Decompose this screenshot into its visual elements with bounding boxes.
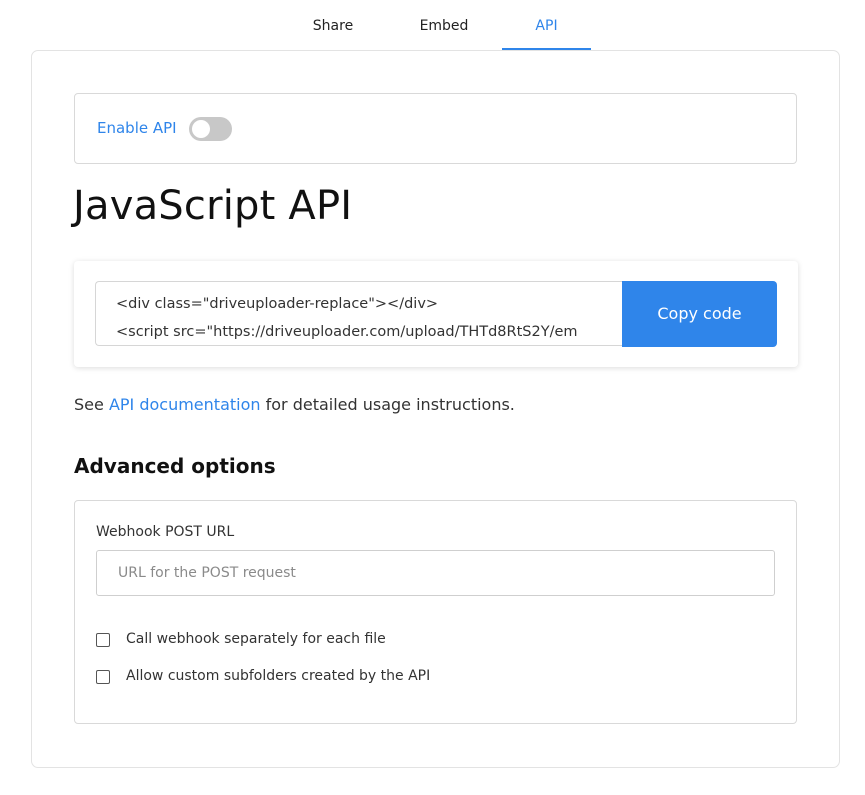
docs-prefix: See xyxy=(74,395,109,414)
tab-bar: Share Embed API xyxy=(0,0,865,50)
custom-subfolders-label[interactable]: Allow custom subfolders created by the A… xyxy=(126,668,430,684)
docs-text: See API documentation for detailed usage… xyxy=(74,395,515,414)
tab-api[interactable]: API xyxy=(502,0,591,50)
code-line-2: <script src="https://driveuploader.com/u… xyxy=(116,324,578,340)
docs-suffix: for detailed usage instructions. xyxy=(260,395,515,414)
webhook-url-input[interactable] xyxy=(96,550,775,596)
tab-share[interactable]: Share xyxy=(295,0,371,50)
api-panel: Enable API JavaScript API <div class="dr… xyxy=(31,50,840,768)
embed-code-section: <div class="driveuploader-replace"></div… xyxy=(74,261,798,367)
embed-code-field[interactable]: <div class="driveuploader-replace"></div… xyxy=(95,281,623,346)
webhook-per-file-label[interactable]: Call webhook separately for each file xyxy=(126,631,386,647)
code-line-1: <div class="driveuploader-replace"></div… xyxy=(116,296,439,312)
webhook-url-label: Webhook POST URL xyxy=(96,524,235,540)
advanced-options-heading: Advanced options xyxy=(74,454,276,478)
toggle-knob xyxy=(192,120,210,138)
advanced-options-section: Webhook POST URL Call webhook separately… xyxy=(74,500,797,724)
copy-code-button[interactable]: Copy code xyxy=(622,281,777,347)
enable-api-section: Enable API xyxy=(74,93,797,164)
page-title: JavaScript API xyxy=(73,183,353,229)
custom-subfolders-checkbox[interactable] xyxy=(96,670,110,684)
enable-api-label[interactable]: Enable API xyxy=(97,119,177,137)
api-documentation-link[interactable]: API documentation xyxy=(109,395,261,414)
tab-embed[interactable]: Embed xyxy=(400,0,488,50)
webhook-per-file-checkbox[interactable] xyxy=(96,633,110,647)
enable-api-toggle[interactable] xyxy=(189,117,232,141)
